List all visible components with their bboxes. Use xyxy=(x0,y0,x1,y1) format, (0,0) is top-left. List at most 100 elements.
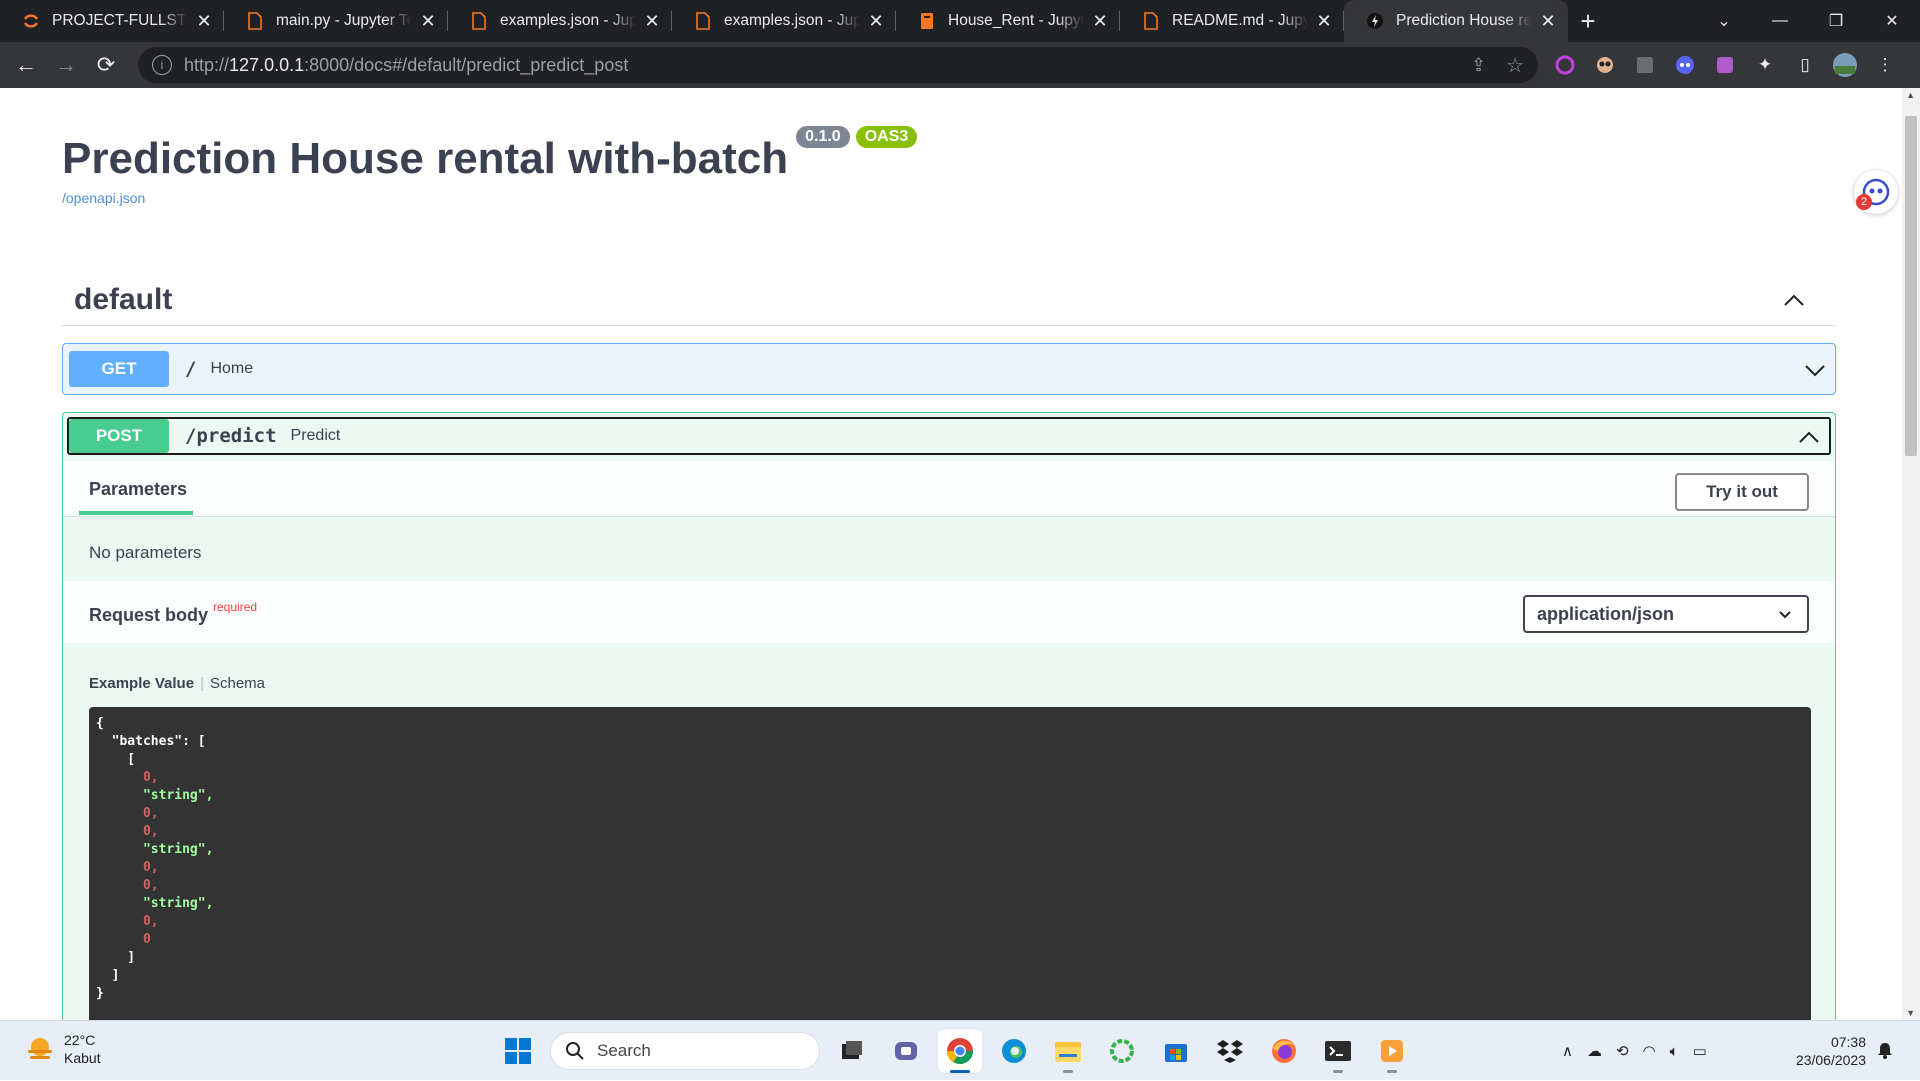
address-bar[interactable]: i http://127.0.0.1:8000/docs#/default/pr… xyxy=(138,47,1538,83)
chevron-down-icon[interactable] xyxy=(1803,358,1827,382)
example-schema-tabs: Example Value | Schema xyxy=(89,675,265,692)
tab-title: README.md - Jupyter xyxy=(1172,12,1308,29)
firefox-icon[interactable] xyxy=(1262,1029,1306,1073)
window-controls: ⌄ — ❐ ✕ xyxy=(1696,0,1920,42)
battery-icon[interactable]: ▭ xyxy=(1693,1042,1707,1060)
browser-tab[interactable]: examples.json - Jupyte ✕ xyxy=(672,0,896,42)
request-body-label: Request body xyxy=(89,605,209,625)
task-view-icon[interactable] xyxy=(830,1029,874,1073)
taskbar-search-box[interactable]: Search xyxy=(550,1032,820,1070)
widget-badge-count: 2 xyxy=(1856,194,1872,210)
sync-icon[interactable]: ⟲ xyxy=(1616,1042,1629,1060)
chrome-taskbar-icon[interactable] xyxy=(938,1029,982,1073)
scroll-up-arrow-icon[interactable]: ▲ xyxy=(1906,90,1915,100)
version-badge: 0.1.0 xyxy=(796,126,850,148)
side-panel-icon[interactable]: ▯ xyxy=(1790,50,1820,80)
code-line: 0 xyxy=(96,932,151,947)
jupyter-spinner-icon xyxy=(22,12,40,30)
schema-tab[interactable]: Schema xyxy=(210,675,265,692)
browser-tab[interactable]: main.py - Jupyter Text ✕ xyxy=(224,0,448,42)
tab-close-icon[interactable]: ✕ xyxy=(1538,11,1558,31)
wifi-icon[interactable]: ◠ xyxy=(1643,1042,1656,1060)
tab-close-icon[interactable]: ✕ xyxy=(866,11,886,31)
taskbar-search-text: Search xyxy=(597,1041,651,1060)
onedrive-cloud-icon[interactable]: ☁ xyxy=(1587,1042,1602,1060)
tag-section-default[interactable]: default xyxy=(62,274,1836,326)
terminal-icon[interactable] xyxy=(1316,1029,1360,1073)
media-player-icon[interactable] xyxy=(1370,1029,1414,1073)
green-circle-app-icon[interactable] xyxy=(1100,1029,1144,1073)
tab-close-icon[interactable]: ✕ xyxy=(418,11,438,31)
extensions-puzzle-icon[interactable]: ✦ xyxy=(1750,50,1780,80)
forward-icon[interactable]: → xyxy=(46,45,86,85)
minimize-icon[interactable]: — xyxy=(1752,12,1808,30)
browser-tab[interactable]: README.md - Jupyter ✕ xyxy=(1120,0,1344,42)
teams-chat-icon[interactable] xyxy=(884,1029,928,1073)
tab-close-icon[interactable]: ✕ xyxy=(642,11,662,31)
browser-tab[interactable]: House_Rent - Jupyter ✕ xyxy=(896,0,1120,42)
restore-icon[interactable]: ❐ xyxy=(1808,11,1864,31)
tab-title: main.py - Jupyter Text xyxy=(276,12,412,29)
post-summary-bar[interactable]: POST /predict Predict xyxy=(67,417,1831,455)
reload-icon[interactable]: ⟳ xyxy=(86,45,126,85)
parameters-tab[interactable]: Parameters xyxy=(89,479,187,500)
site-info-icon[interactable]: i xyxy=(152,55,172,75)
try-it-out-button[interactable]: Try it out xyxy=(1675,473,1809,511)
code-line: [ xyxy=(96,752,136,767)
tab-close-icon[interactable]: ✕ xyxy=(1314,11,1334,31)
scroll-down-arrow-icon[interactable]: ▼ xyxy=(1906,1008,1915,1018)
browser-tab[interactable]: PROJECT-FULLSTACK- ✕ xyxy=(0,0,224,42)
new-tab-button[interactable]: + xyxy=(1568,0,1608,42)
page-scrollbar[interactable]: ▲ ▼ xyxy=(1902,88,1920,1020)
get-home-operation[interactable]: GET / Home xyxy=(62,343,1836,395)
extension-purple-icon[interactable] xyxy=(1710,50,1740,80)
post-predict-operation: POST /predict Predict Parameters Try it … xyxy=(62,412,1836,1020)
code-line: 0, xyxy=(96,770,159,785)
volume-icon[interactable]: 🔈︎ xyxy=(1670,1043,1679,1060)
profile-avatar-icon[interactable] xyxy=(1830,50,1860,80)
openapi-json-link[interactable]: /openapi.json xyxy=(62,190,917,206)
edge-taskbar-icon[interactable] xyxy=(992,1029,1036,1073)
code-line: 0, xyxy=(96,914,159,929)
content-type-select[interactable]: application/json xyxy=(1523,595,1809,633)
code-line: "string", xyxy=(96,842,214,857)
weather-widget[interactable]: 22°C Kabut xyxy=(26,1031,101,1067)
chevron-up-icon[interactable] xyxy=(1782,288,1806,312)
microsoft-store-icon[interactable] xyxy=(1154,1029,1198,1073)
bookmark-star-icon[interactable]: ☆ xyxy=(1506,53,1524,78)
taskbar-clock[interactable]: 07:38 23/06/2023 xyxy=(1786,1033,1866,1069)
required-marker: required xyxy=(213,600,258,614)
example-value-code[interactable]: { "batches": [ [ 0, "string", 0, 0, "str… xyxy=(89,707,1811,1020)
browser-menu-icon[interactable]: ⋮ xyxy=(1870,50,1900,80)
start-windows-icon[interactable] xyxy=(496,1029,540,1073)
close-window-icon[interactable]: ✕ xyxy=(1864,11,1920,31)
tab-title: examples.json - Jupyte xyxy=(500,12,636,29)
chevron-up-icon[interactable] xyxy=(1797,425,1821,449)
assistant-widget-button[interactable]: 2 xyxy=(1854,170,1898,214)
code-line: } xyxy=(96,986,104,1001)
browser-tab[interactable]: Prediction House rent ✕ xyxy=(1344,0,1568,42)
extension-grey-icon[interactable] xyxy=(1630,50,1660,80)
dropbox-icon[interactable] xyxy=(1208,1029,1252,1073)
oas-badge: OAS3 xyxy=(855,126,918,148)
tab-close-icon[interactable]: ✕ xyxy=(194,11,214,31)
file-explorer-icon[interactable] xyxy=(1046,1029,1090,1073)
url-prefix: http:// xyxy=(184,54,230,75)
content-type-value: application/json xyxy=(1537,603,1675,624)
tab-divider: | xyxy=(200,675,204,692)
example-value-tab[interactable]: Example Value xyxy=(89,675,194,692)
tab-close-icon[interactable]: ✕ xyxy=(1090,11,1110,31)
notification-bell-icon[interactable] xyxy=(1876,1041,1894,1064)
scrollbar-thumb[interactable] xyxy=(1905,116,1917,456)
browser-tab[interactable]: examples.json - Jupyte ✕ xyxy=(448,0,672,42)
file-icon xyxy=(694,12,712,30)
extension-discord-icon[interactable] xyxy=(1670,50,1700,80)
extension-owl-icon[interactable] xyxy=(1590,50,1620,80)
tray-overflow-chevron-icon[interactable]: ∧ xyxy=(1562,1042,1573,1060)
tab-search-icon[interactable]: ⌄ xyxy=(1696,11,1752,31)
share-icon[interactable]: ⇪ xyxy=(1471,55,1486,76)
request-body-title: Request body required xyxy=(89,600,257,626)
back-icon[interactable]: ← xyxy=(6,45,46,85)
extension-color-icon[interactable] xyxy=(1550,50,1580,80)
get-path: / xyxy=(185,358,197,380)
